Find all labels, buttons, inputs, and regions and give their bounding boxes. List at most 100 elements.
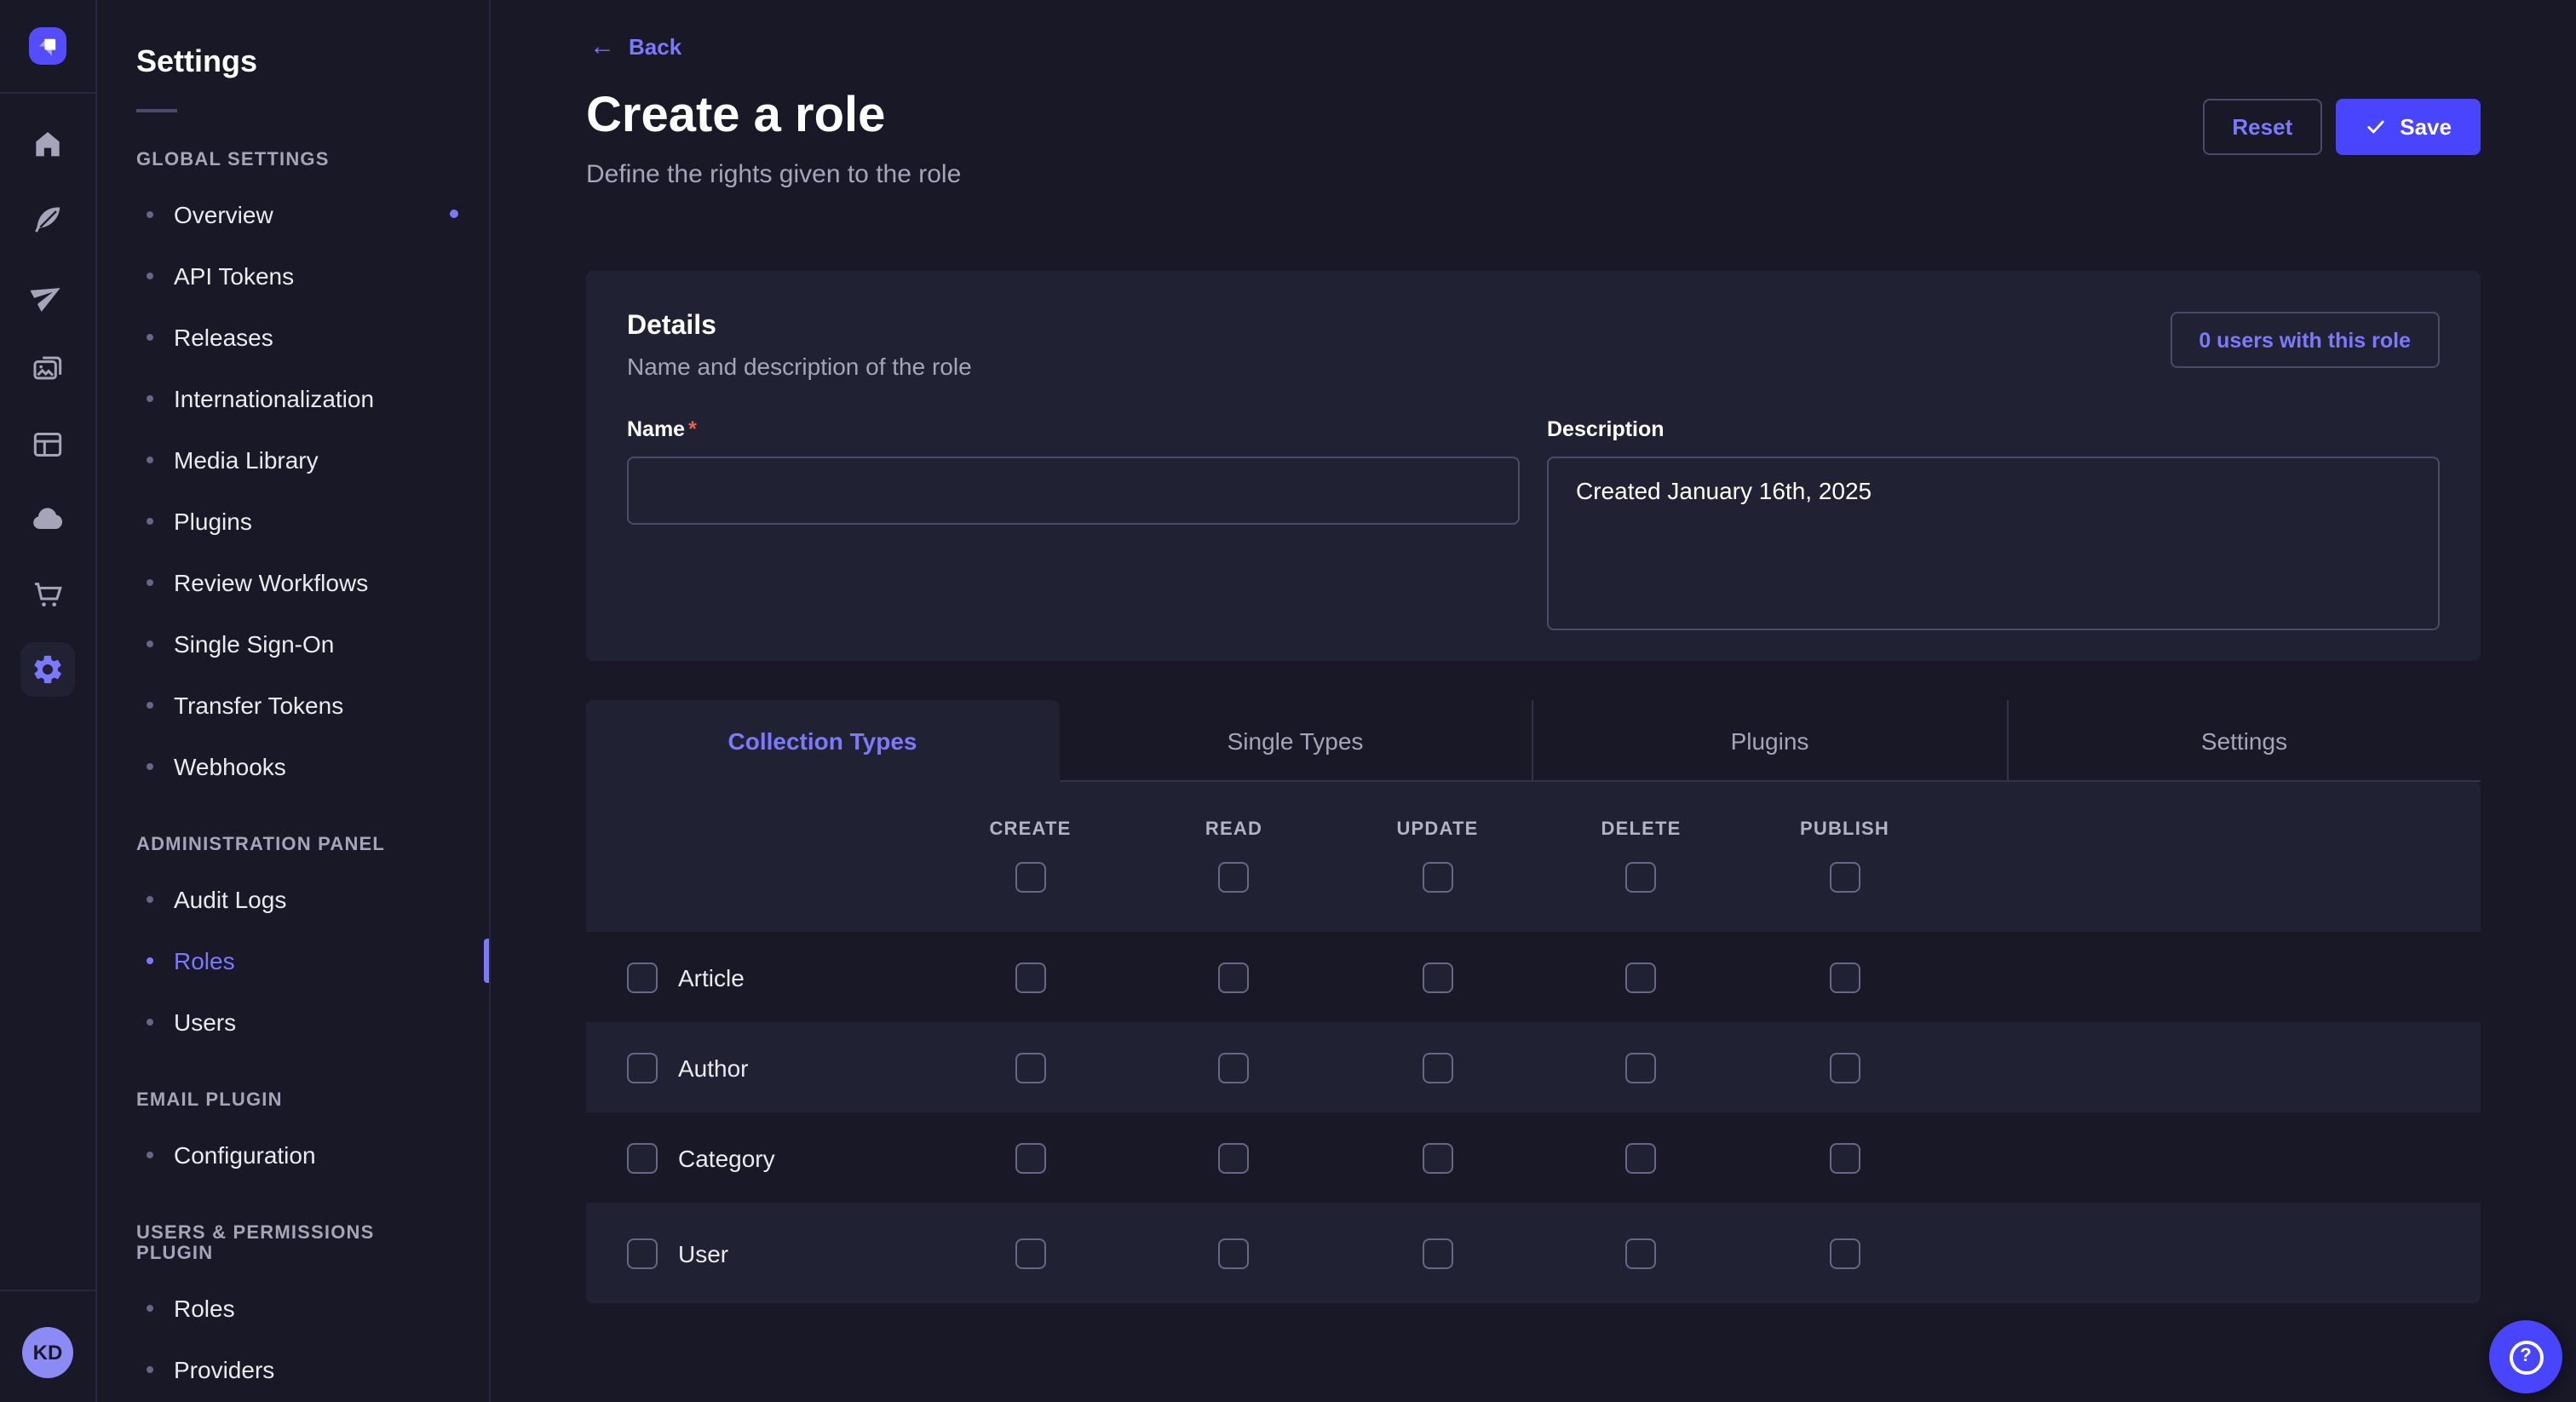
bullet-icon	[147, 763, 153, 770]
subnav-item-releases[interactable]: Releases	[95, 307, 489, 368]
help-button[interactable]: ?	[2489, 1320, 2562, 1393]
table-row-article: Article	[586, 932, 2481, 1022]
reset-button[interactable]: Reset	[2203, 99, 2321, 155]
table-row-category: Category	[586, 1112, 2481, 1203]
tab-collection-types[interactable]: Collection Types	[586, 700, 1059, 782]
subnav-item-webhooks[interactable]: Webhooks	[95, 736, 489, 797]
subnav-item-transfer-tokens[interactable]: Transfer Tokens	[95, 675, 489, 736]
strapi-logo-glyph	[29, 27, 66, 65]
permission-checkbox[interactable]	[1423, 962, 1453, 992]
permission-checkbox[interactable]	[1015, 962, 1046, 992]
bullet-icon	[147, 1366, 153, 1373]
column-header: DELETE	[1601, 819, 1682, 840]
active-indicator	[484, 939, 489, 983]
bullet-icon	[147, 641, 153, 647]
send-nav-button[interactable]	[20, 267, 75, 322]
subnav-title: Settings	[136, 41, 489, 82]
subnav-item-api-tokens[interactable]: API Tokens	[95, 245, 489, 307]
permission-checkbox[interactable]	[1015, 1238, 1046, 1268]
bullet-icon	[147, 518, 153, 525]
tab-single-types[interactable]: Single Types	[1059, 700, 1532, 782]
subnav-item-overview[interactable]: Overview	[95, 184, 489, 245]
permissions-table: CREATE READ UPDATE DELETE PUBLISH Articl…	[586, 782, 2481, 1303]
select-all-read-checkbox[interactable]	[1219, 862, 1250, 893]
subnav-item-audit-logs[interactable]: Audit Logs	[95, 869, 489, 930]
permission-checkbox[interactable]	[1830, 1238, 1860, 1268]
users-with-role-button[interactable]: 0 users with this role	[2170, 312, 2440, 368]
permission-checkbox[interactable]	[1219, 1238, 1250, 1268]
row-select-checkbox[interactable]	[627, 1238, 658, 1268]
tab-plugins[interactable]: Plugins	[1532, 700, 2006, 782]
subnav-item-single-sign-on[interactable]: Single Sign-On	[95, 613, 489, 675]
subnav-section-users-permissions-plugin: USERS & PERMISSIONS PLUGIN Roles Provide…	[95, 1223, 489, 1400]
description-field[interactable]: Created January 16th, 2025	[1547, 457, 2440, 630]
select-all-publish-checkbox[interactable]	[1830, 862, 1860, 893]
select-all-create-checkbox[interactable]	[1015, 862, 1046, 893]
section-label: EMAIL PLUGIN	[95, 1090, 489, 1111]
bullet-icon	[147, 211, 153, 218]
bullet-icon	[147, 1019, 153, 1026]
permission-checkbox[interactable]	[1830, 1142, 1860, 1173]
permission-checkbox[interactable]	[1626, 1142, 1657, 1173]
subnav-item-users[interactable]: Users	[95, 991, 489, 1053]
cloud-icon	[31, 503, 65, 537]
section-label: USERS & PERMISSIONS PLUGIN	[95, 1223, 489, 1264]
rail-bottom-divider	[0, 1290, 95, 1291]
user-avatar[interactable]: KD	[22, 1327, 73, 1378]
subnav-item-configuration[interactable]: Configuration	[95, 1124, 489, 1186]
subnav-item-roles-admin[interactable]: Roles	[95, 930, 489, 991]
shopping-cart-icon	[31, 577, 65, 612]
row-label: Author	[678, 1054, 749, 1081]
main-nav-rail: KD	[0, 0, 97, 1402]
column-header: CREATE	[989, 819, 1071, 840]
name-field[interactable]	[627, 457, 1520, 525]
subnav-item-media-library[interactable]: Media Library	[95, 429, 489, 491]
permission-checkbox[interactable]	[1830, 962, 1860, 992]
column-header: PUBLISH	[1800, 819, 1889, 840]
permission-checkbox[interactable]	[1830, 1052, 1860, 1083]
permission-checkbox[interactable]	[1626, 962, 1657, 992]
strapi-admin-app: KD Settings GLOBAL SETTINGS Overview API…	[0, 0, 2576, 1402]
content-type-builder-nav-button[interactable]	[20, 417, 75, 472]
permission-checkbox[interactable]	[1219, 962, 1250, 992]
strapi-logo[interactable]	[29, 27, 66, 65]
bullet-icon	[147, 334, 153, 341]
feather-icon	[31, 203, 65, 237]
settings-nav-button[interactable]	[20, 642, 75, 697]
bullet-icon	[147, 273, 153, 279]
permission-checkbox[interactable]	[1219, 1142, 1250, 1173]
description-label: Description	[1547, 417, 2440, 441]
subnav-item-review-workflows[interactable]: Review Workflows	[95, 552, 489, 613]
save-button[interactable]: Save	[2335, 99, 2481, 155]
permission-checkbox[interactable]	[1015, 1052, 1046, 1083]
bullet-icon	[147, 579, 153, 586]
permission-checkbox[interactable]	[1219, 1052, 1250, 1083]
back-arrow-icon: ←	[589, 36, 615, 58]
subnav-item-providers[interactable]: Providers	[95, 1339, 489, 1400]
content-manager-nav-button[interactable]	[20, 192, 75, 247]
permission-checkbox[interactable]	[1015, 1142, 1046, 1173]
permission-checkbox[interactable]	[1626, 1238, 1657, 1268]
permission-checkbox[interactable]	[1626, 1052, 1657, 1083]
select-all-update-checkbox[interactable]	[1423, 862, 1453, 893]
details-subtitle: Name and description of the role	[627, 353, 972, 380]
permission-checkbox[interactable]	[1423, 1142, 1453, 1173]
row-label: Category	[678, 1144, 775, 1171]
row-select-checkbox[interactable]	[627, 1142, 658, 1173]
subnav-item-plugins[interactable]: Plugins	[95, 491, 489, 552]
tab-settings[interactable]: Settings	[2006, 700, 2481, 782]
bullet-icon	[147, 395, 153, 402]
settings-subnav: Settings GLOBAL SETTINGS Overview API To…	[95, 0, 491, 1402]
permission-checkbox[interactable]	[1423, 1052, 1453, 1083]
marketplace-nav-button[interactable]	[20, 567, 75, 622]
row-select-checkbox[interactable]	[627, 1052, 658, 1083]
back-link[interactable]: ← Back	[589, 34, 681, 60]
home-nav-button[interactable]	[20, 118, 75, 172]
media-library-nav-button[interactable]	[20, 342, 75, 397]
subnav-item-internationalization[interactable]: Internationalization	[95, 368, 489, 429]
permission-checkbox[interactable]	[1423, 1238, 1453, 1268]
subnav-item-roles-up[interactable]: Roles	[95, 1278, 489, 1339]
row-select-checkbox[interactable]	[627, 962, 658, 992]
deploy-nav-button[interactable]	[20, 492, 75, 547]
select-all-delete-checkbox[interactable]	[1626, 862, 1657, 893]
